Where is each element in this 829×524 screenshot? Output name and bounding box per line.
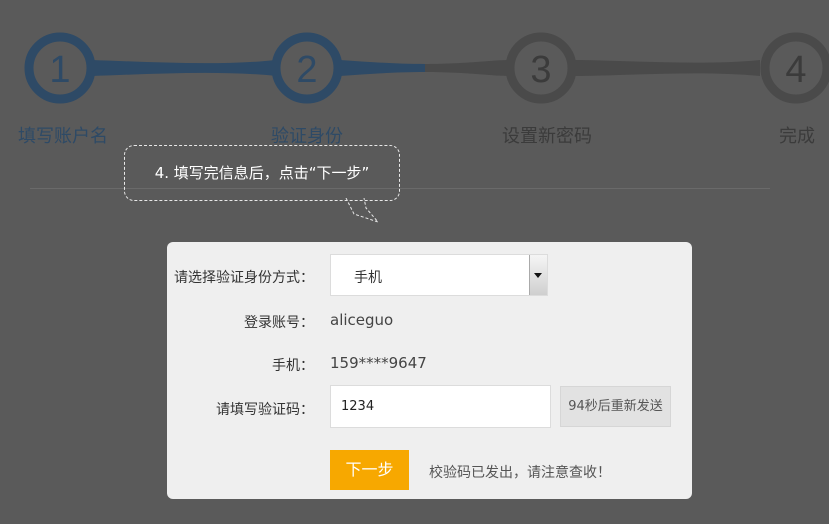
next-step-button[interactable]: 下一步 — [330, 450, 409, 490]
phone-label: 手机： — [272, 358, 314, 374]
step-1-circle: 1 — [24, 32, 96, 104]
chevron-down-icon — [534, 273, 542, 278]
phone-value: 159****9647 — [330, 354, 427, 372]
resend-code-button[interactable]: 94秒后重新发送 — [560, 386, 671, 427]
step-1-number: 1 — [49, 49, 70, 91]
step-progress: 1 2 3 4 填写账户名 验证身份 设置新密码 完成 — [0, 0, 829, 150]
method-select-value: 手机 — [354, 270, 382, 286]
step-2-number: 2 — [296, 49, 317, 91]
step-progress-track: 1 2 3 4 — [24, 32, 829, 104]
guide-tooltip: 4. 填写完信息后，点击“下一步” — [124, 145, 400, 201]
step-3-circle: 3 — [505, 32, 577, 104]
step-3-number: 3 — [530, 49, 551, 91]
guide-tooltip-tail — [345, 198, 380, 224]
code-sent-hint: 校验码已发出，请注意查收！ — [429, 465, 611, 481]
account-label: 登录账号： — [244, 315, 314, 331]
step-4-number: 4 — [785, 49, 806, 91]
step-1-label: 填写账户名 — [18, 126, 108, 147]
step-2-circle: 2 — [271, 32, 343, 104]
method-label: 请选择验证身份方式： — [174, 270, 314, 286]
verify-form-panel: 请选择验证身份方式： 手机 登录账号： aliceguo 手机： 159****… — [167, 242, 692, 499]
method-select-dropdown-button[interactable] — [529, 255, 547, 295]
method-select[interactable]: 手机 — [330, 254, 548, 296]
step-3-label: 设置新密码 — [502, 126, 592, 147]
verification-code-input[interactable] — [330, 385, 551, 428]
code-label: 请填写验证码： — [216, 402, 314, 418]
account-value: aliceguo — [330, 311, 394, 329]
step-4-label: 完成 — [779, 126, 815, 147]
step-4-circle: 4 — [760, 32, 829, 104]
guide-tooltip-text: 4. 填写完信息后，点击“下一步” — [154, 164, 370, 182]
